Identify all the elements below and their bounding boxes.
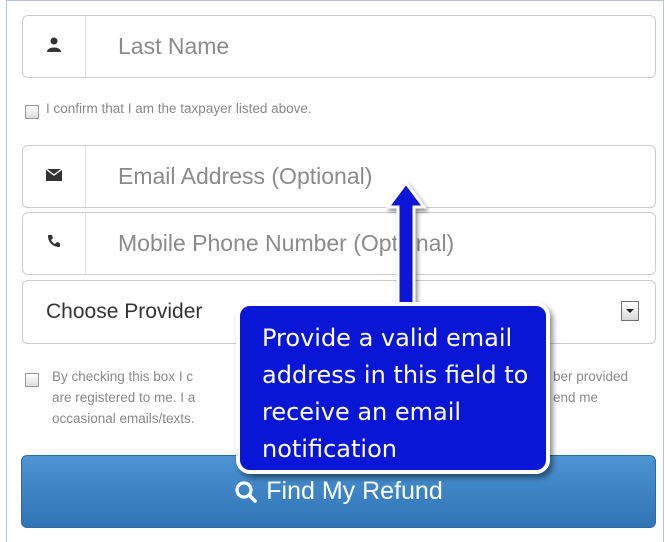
phone-placeholder: Mobile Phone Number (Optional) [118,230,455,256]
consent-text-line2-left: are registered to me. I a [52,390,196,405]
email-field[interactable]: Email Address (Optional) [22,145,656,208]
callout-text: Provide a valid email address in this fi… [262,324,529,463]
taxpayer-confirm-label: I confirm that I am the taxpayer listed … [46,101,312,116]
email-placeholder: Email Address (Optional) [118,163,373,189]
consent-checkbox[interactable] [25,373,39,387]
user-icon [47,37,61,57]
consent-text-line2-right: end me [553,390,599,405]
last-name-field[interactable]: Last Name [22,15,656,78]
taxpayer-confirm-checkbox[interactable] [25,105,39,119]
phone-icon [47,234,61,253]
consent-text-line3-left: occasional emails/texts. [52,411,195,426]
phone-addon [23,213,86,274]
last-name-placeholder: Last Name [118,33,230,59]
last-name-addon [23,16,86,77]
provider-select-value: Choose Provider [46,300,203,323]
email-addon [23,146,86,207]
phone-field[interactable]: Mobile Phone Number (Optional) [22,212,656,275]
envelope-icon [45,167,63,186]
chevron-down-icon[interactable] [621,301,639,321]
find-my-refund-label: Find My Refund [266,477,443,505]
consent-text-line1-right: ber provided [553,369,629,384]
consent-text-line1-left: By checking this box I c [52,369,194,384]
annotation-callout: Provide a valid email address in this fi… [236,302,550,474]
search-icon [234,480,258,504]
